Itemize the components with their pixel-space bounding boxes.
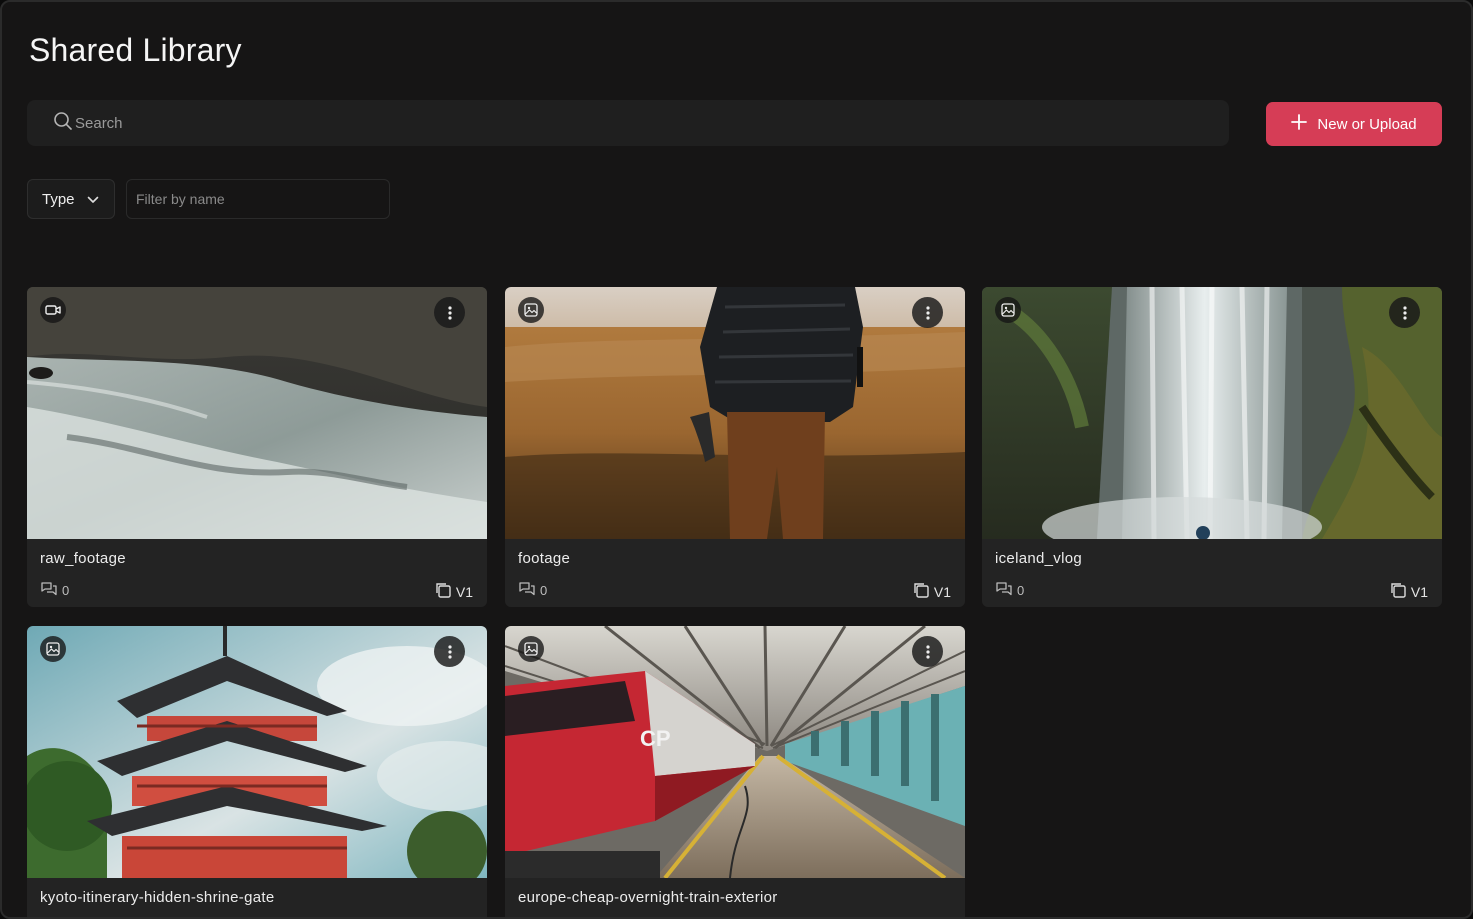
asset-thumbnail (982, 287, 1442, 539)
version-badge[interactable]: V1 (434, 581, 473, 602)
version-badge[interactable]: V1 (1389, 581, 1428, 602)
versions-icon (1389, 581, 1407, 602)
page-title: Shared Library (29, 32, 242, 68)
versions-icon (434, 581, 452, 602)
image-icon (995, 297, 1021, 323)
asset-card[interactable]: CP europe-cheap-overnight-train-exterior (505, 626, 965, 917)
search-input[interactable] (75, 114, 1175, 132)
comment-count[interactable]: 0 (518, 581, 547, 600)
asset-name: raw_footage (40, 550, 126, 567)
svg-text:CP: CP (640, 726, 671, 751)
comment-icon (995, 581, 1013, 600)
asset-name: footage (518, 550, 571, 567)
comment-count-value: 0 (62, 583, 70, 598)
library-window: Shared Library New or Upload Type (0, 0, 1473, 919)
asset-name: kyoto-itinerary-hidden-shrine-gate (40, 889, 275, 906)
more-options-icon[interactable] (912, 636, 943, 667)
asset-card[interactable]: raw_footage 0 V1 (27, 287, 487, 607)
versions-icon (912, 581, 930, 602)
new-or-upload-label: New or Upload (1317, 115, 1417, 133)
type-filter-dropdown[interactable]: Type (27, 179, 115, 219)
image-icon (40, 636, 66, 662)
comment-count[interactable]: 0 (995, 581, 1024, 600)
comment-icon (40, 581, 58, 600)
search-bar[interactable] (27, 100, 1229, 146)
asset-card[interactable]: footage 0 V1 (505, 287, 965, 607)
asset-thumbnail (27, 287, 487, 539)
filter-by-name-input[interactable] (126, 179, 390, 219)
more-options-icon[interactable] (434, 636, 465, 667)
asset-name: iceland_vlog (995, 550, 1082, 567)
plus-icon (1291, 114, 1308, 134)
version-label: V1 (1410, 583, 1428, 600)
image-icon (518, 297, 544, 323)
type-filter-label: Type (42, 190, 75, 208)
comment-count-value: 0 (1017, 583, 1025, 598)
asset-card[interactable]: iceland_vlog 0 V1 (982, 287, 1442, 607)
video-camera-icon (40, 297, 66, 323)
more-options-icon[interactable] (912, 297, 943, 328)
more-options-icon[interactable] (434, 297, 465, 328)
version-label: V1 (455, 583, 473, 600)
version-badge[interactable]: V1 (912, 581, 951, 602)
asset-name: europe-cheap-overnight-train-exterior (518, 889, 778, 906)
search-icon (53, 111, 73, 136)
more-options-icon[interactable] (1389, 297, 1420, 328)
asset-thumbnail: CP (505, 626, 965, 878)
chevron-down-icon (87, 191, 99, 208)
version-label: V1 (933, 583, 951, 600)
comment-count-value: 0 (540, 583, 548, 598)
asset-card[interactable]: kyoto-itinerary-hidden-shrine-gate (27, 626, 487, 917)
image-icon (518, 636, 544, 662)
asset-thumbnail (505, 287, 965, 539)
new-or-upload-button[interactable]: New or Upload (1266, 102, 1442, 146)
asset-thumbnail (27, 626, 487, 878)
comment-icon (518, 581, 536, 600)
comment-count[interactable]: 0 (40, 581, 69, 600)
